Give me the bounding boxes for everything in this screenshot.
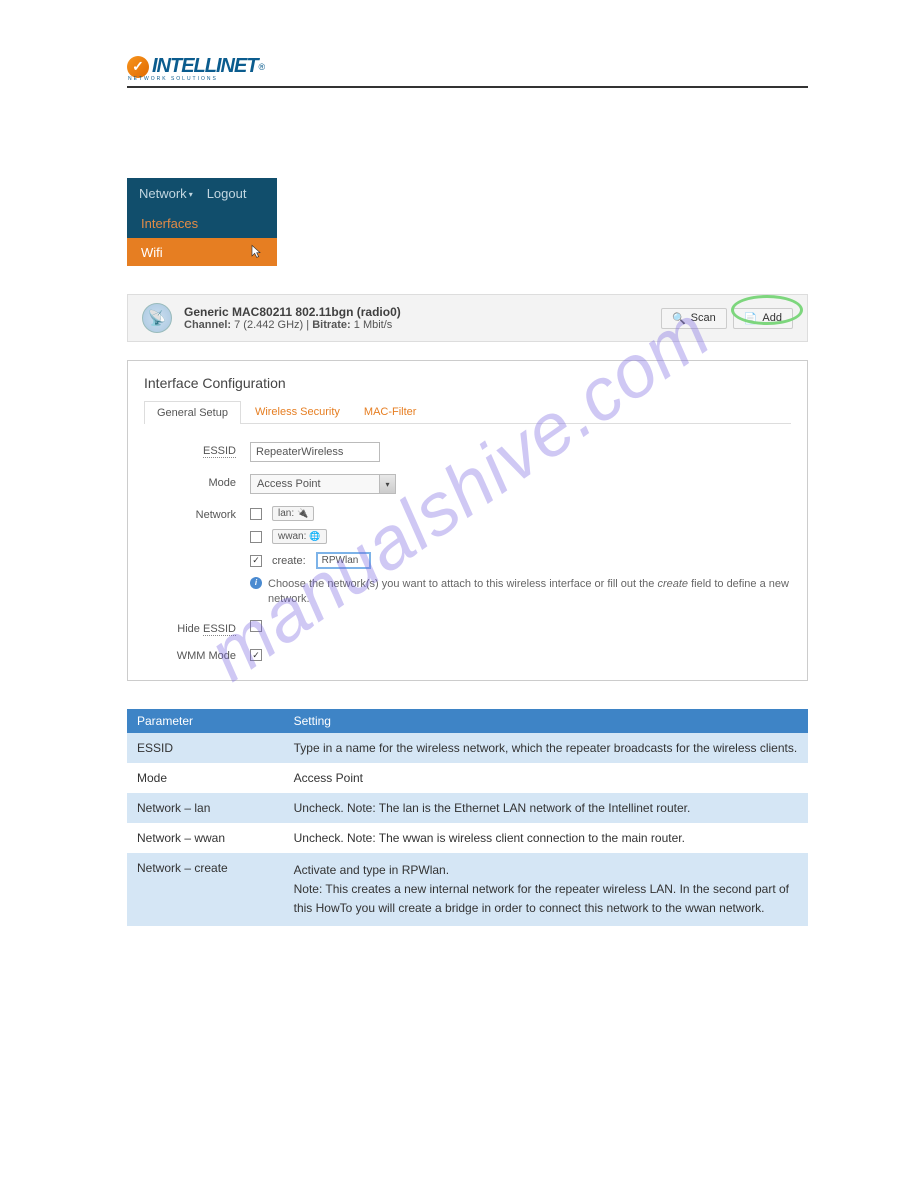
tab-general-setup[interactable]: General Setup bbox=[144, 401, 241, 424]
radio-device-bar: 📡 Generic MAC80211 802.11bgn (radio0) Ch… bbox=[127, 294, 808, 342]
essid-label: ESSID bbox=[144, 442, 250, 457]
info-icon: i bbox=[250, 577, 262, 589]
network-label: Network bbox=[144, 506, 250, 521]
table-row: ESSID Type in a name for the wireless ne… bbox=[127, 733, 808, 763]
essid-input[interactable] bbox=[250, 442, 380, 462]
nav-logout[interactable]: Logout bbox=[207, 186, 247, 201]
nav-menu-screenshot: Network▾ Logout Interfaces Wifi bbox=[127, 178, 277, 266]
config-tabs: General Setup Wireless Security MAC-Filt… bbox=[144, 401, 791, 424]
hide-essid-label: Hide ESSID bbox=[144, 620, 250, 635]
network-help-text: i Choose the network(s) you want to atta… bbox=[250, 577, 791, 608]
table-header-setting: Setting bbox=[284, 709, 808, 733]
wmm-label: WMM Mode bbox=[144, 647, 250, 662]
tab-mac-filter[interactable]: MAC-Filter bbox=[354, 401, 427, 424]
create-label: create: bbox=[272, 555, 306, 567]
mode-select[interactable]: Access Point ▾ bbox=[250, 474, 396, 494]
table-header-parameter: Parameter bbox=[127, 709, 284, 733]
cursor-icon bbox=[249, 244, 263, 260]
interface-config-title: Interface Configuration bbox=[144, 375, 791, 391]
config-table: Parameter Setting ESSID Type in a name f… bbox=[127, 709, 808, 927]
table-row: Network – wwan Uncheck. Note: The wwan i… bbox=[127, 823, 808, 853]
add-icon: 📄 bbox=[744, 312, 758, 325]
globe-icon: 🌐 bbox=[309, 531, 320, 542]
network-create-input[interactable] bbox=[316, 552, 371, 569]
mode-label: Mode bbox=[144, 474, 250, 489]
network-lan-badge: lan: 🔌 bbox=[272, 506, 314, 521]
radio-title: Generic MAC80211 802.11bgn (radio0) bbox=[184, 305, 649, 319]
logo-check-icon: ✓ bbox=[127, 56, 149, 78]
nav-wifi-label: Wifi bbox=[141, 245, 163, 260]
interface-config-panel: Interface Configuration General Setup Wi… bbox=[127, 360, 808, 681]
network-create-checkbox[interactable]: ✓ bbox=[250, 555, 262, 567]
table-row: Mode Access Point bbox=[127, 763, 808, 793]
wifi-icon: 📡 bbox=[142, 303, 172, 333]
chevron-down-icon: ▾ bbox=[379, 475, 395, 493]
logo-brand: INTELLINET bbox=[152, 55, 258, 78]
add-label: Add bbox=[762, 312, 782, 324]
nav-interfaces[interactable]: Interfaces bbox=[127, 209, 277, 238]
wmm-checkbox[interactable]: ✓ bbox=[250, 649, 262, 661]
search-icon: 🔍 bbox=[672, 312, 686, 325]
table-row: Network – create Activate and type in RP… bbox=[127, 853, 808, 927]
tab-wireless-security[interactable]: Wireless Security bbox=[245, 401, 350, 424]
logo: ✓ INTELLINET ® NETWORK SOLUTIONS bbox=[127, 55, 808, 82]
hide-essid-checkbox[interactable] bbox=[250, 620, 262, 632]
nav-network[interactable]: Network▾ bbox=[139, 186, 193, 201]
network-lan-checkbox[interactable] bbox=[250, 508, 262, 520]
add-button[interactable]: 📄 Add bbox=[733, 308, 793, 329]
radio-subtitle: Channel: 7 (2.442 GHz) | Bitrate: 1 Mbit… bbox=[184, 319, 649, 331]
network-wwan-badge: wwan: 🌐 bbox=[272, 529, 327, 544]
mode-value: Access Point bbox=[251, 475, 379, 493]
plug-icon: 🔌 bbox=[297, 508, 308, 519]
scan-label: Scan bbox=[691, 312, 716, 324]
registered-icon: ® bbox=[259, 62, 266, 72]
scan-button[interactable]: 🔍 Scan bbox=[661, 308, 727, 329]
network-wwan-checkbox[interactable] bbox=[250, 531, 262, 543]
header-divider bbox=[127, 86, 808, 88]
table-row: Network – lan Uncheck. Note: The lan is … bbox=[127, 793, 808, 823]
nav-wifi[interactable]: Wifi bbox=[127, 238, 277, 266]
